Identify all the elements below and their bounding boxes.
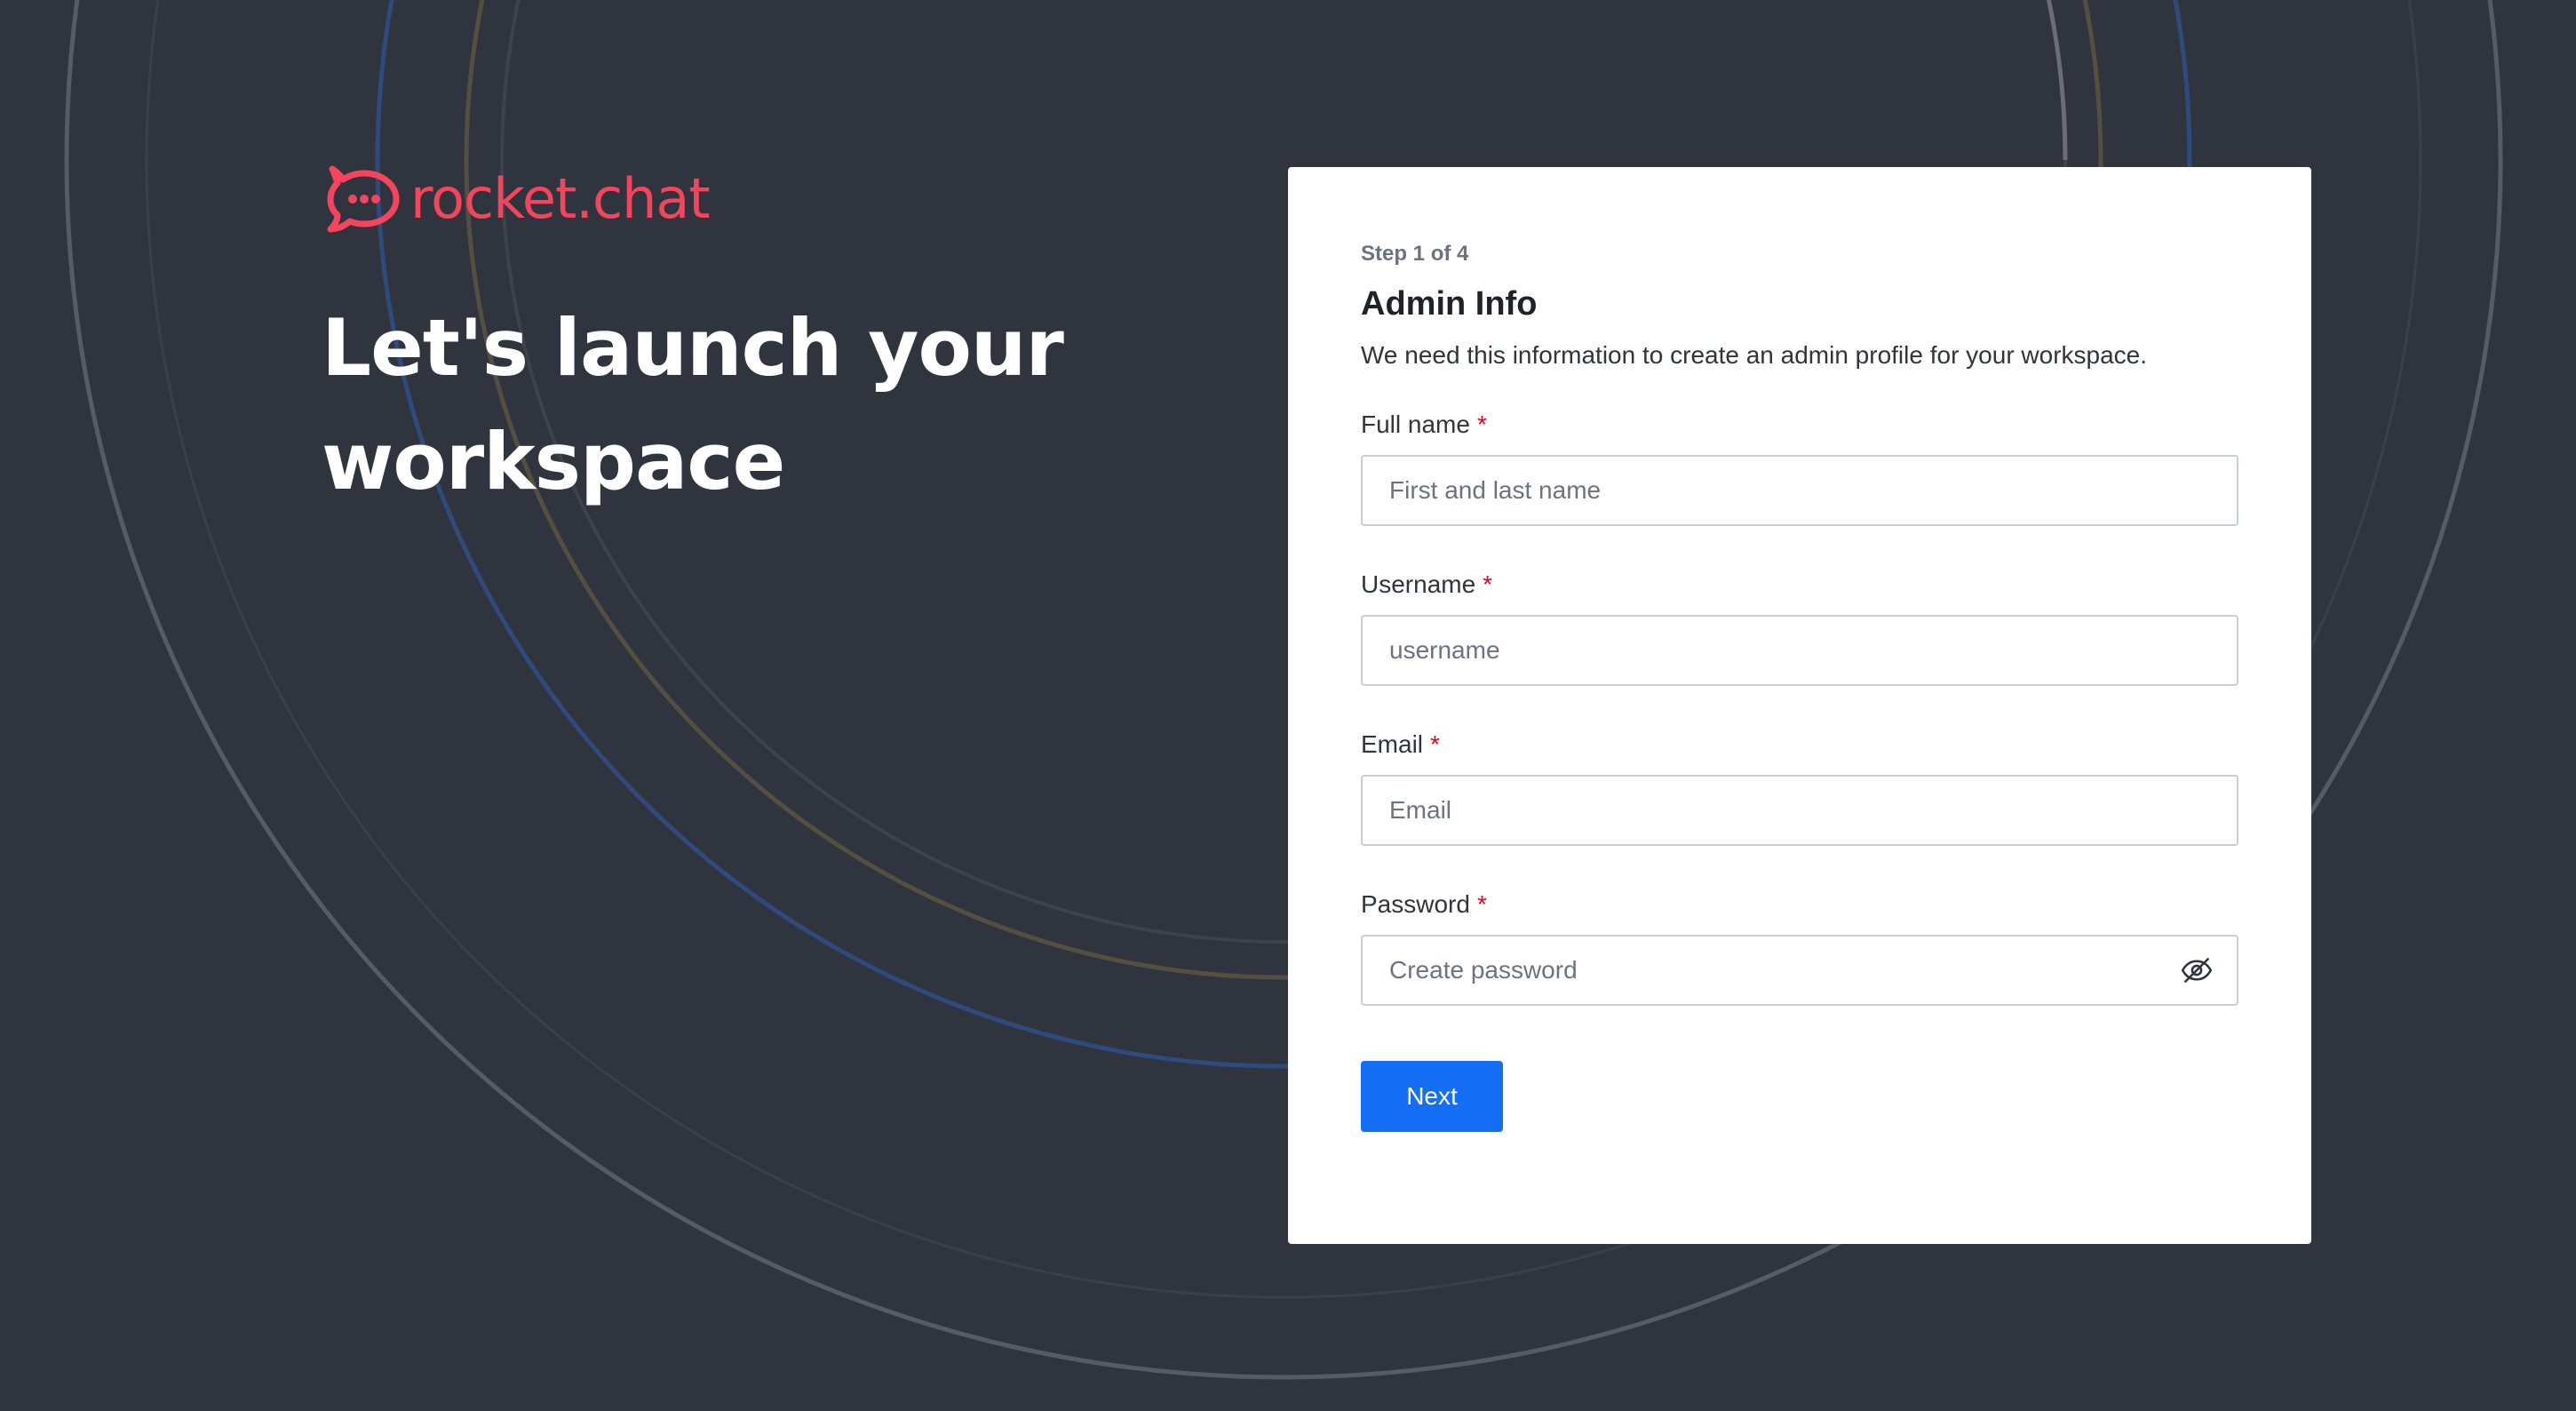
email-field: Email *: [1361, 729, 2238, 846]
password-label: Password *: [1361, 890, 1487, 918]
username-field: Username *: [1361, 569, 2238, 686]
password-field: Password *: [1361, 889, 2238, 1006]
form-description: We need this information to create an ad…: [1361, 341, 2148, 369]
next-button[interactable]: Next: [1361, 1061, 1503, 1132]
hero-title: Let's launch your workspace: [322, 302, 1064, 507]
brand-logo: rocket.chat: [322, 163, 1121, 235]
rocket-chat-logo-icon: [327, 165, 400, 233]
password-input[interactable]: [1361, 935, 2238, 1006]
full-name-field: Full name *: [1361, 409, 2238, 526]
full-name-input[interactable]: [1361, 455, 2238, 526]
required-marker: *: [1483, 570, 1493, 598]
username-label: Username *: [1361, 570, 1493, 598]
full-name-label: Full name *: [1361, 411, 1487, 438]
eye-off-icon[interactable]: [2180, 953, 2214, 987]
email-label: Email *: [1361, 730, 1440, 758]
step-indicator: Step 1 of 4: [1361, 242, 1469, 266]
intro-panel: rocket.chat Let's launch your workspace: [322, 163, 1121, 519]
required-marker: *: [1476, 890, 1487, 918]
form-title: Admin Info: [1361, 285, 1538, 323]
brand-name: rocket.chat: [410, 166, 711, 231]
required-marker: *: [1476, 411, 1487, 438]
email-input[interactable]: [1361, 775, 2238, 846]
username-input[interactable]: [1361, 615, 2238, 686]
admin-info-card: Step 1 of 4 Admin Info We need this info…: [1288, 167, 2311, 1244]
required-marker: *: [1430, 730, 1440, 758]
